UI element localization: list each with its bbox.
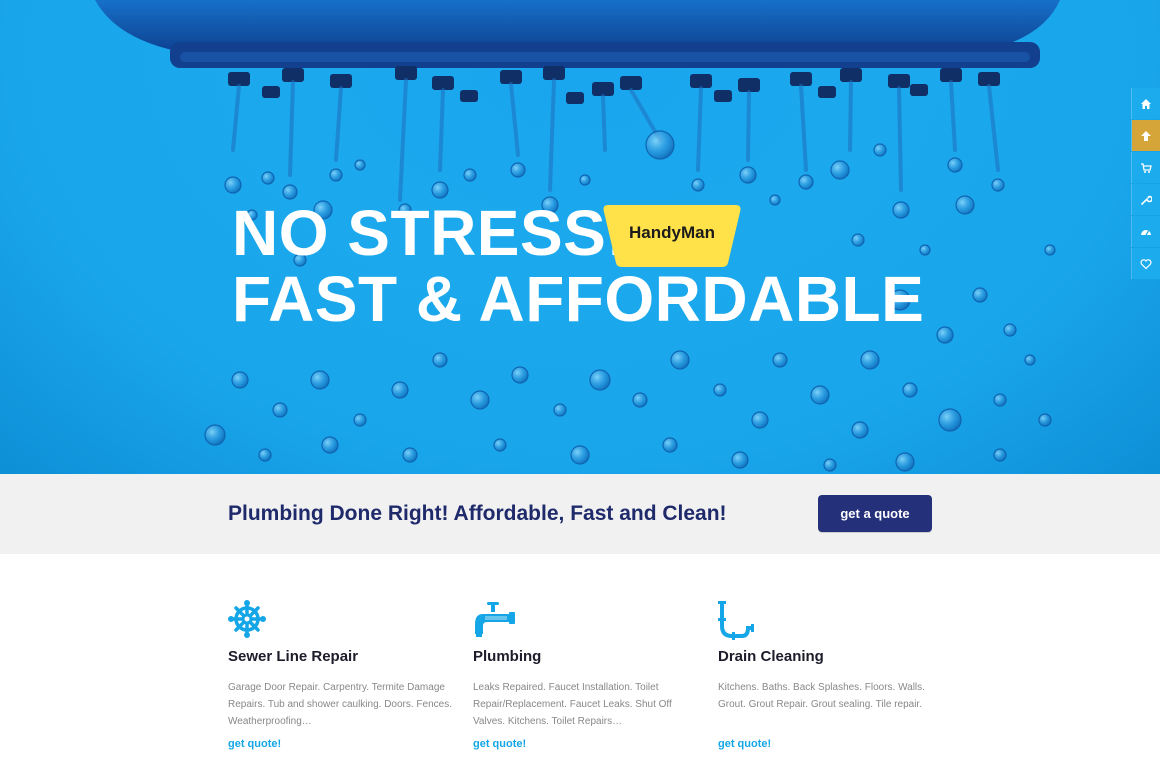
gauge-icon [1141, 229, 1151, 235]
side-scroll-top-button[interactable] [1132, 120, 1160, 151]
side-wishlist-button[interactable] [1132, 248, 1160, 279]
service-get-quote-link[interactable]: get quote! [473, 738, 526, 750]
side-cart-button[interactable] [1132, 152, 1160, 183]
service-get-quote-link[interactable]: get quote! [228, 738, 281, 750]
service-card-sewer: Sewer Line Repair Garage Door Repair. Ca… [228, 600, 458, 752]
service-description: Garage Door Repair. Carpentry. Termite D… [228, 682, 452, 727]
get-a-quote-button[interactable]: get a quote [818, 495, 932, 532]
drain-pipe-icon [718, 600, 948, 640]
home-icon [1141, 98, 1151, 109]
cta-headline: Plumbing Done Right! Affordable, Fast an… [228, 502, 727, 525]
valve-icon [228, 600, 458, 640]
hero-headline: NO STRESS! FAST & AFFORDABLE [232, 200, 924, 332]
cart-icon [1141, 162, 1152, 173]
service-title: Drain Cleaning [718, 648, 824, 665]
faucet-icon [473, 600, 703, 640]
side-toolbar [1132, 88, 1160, 280]
service-get-quote-link[interactable]: get quote! [718, 738, 771, 750]
service-title: Plumbing [473, 648, 542, 665]
service-card-plumbing: Plumbing Leaks Repaired. Faucet Installa… [473, 600, 703, 752]
handyman-logo[interactable]: HandyMan [600, 203, 744, 269]
service-description: Leaks Repaired. Faucet Installation. Toi… [473, 682, 672, 727]
side-home-button[interactable] [1132, 88, 1160, 119]
hero-headline-line1: NO STRESS! [232, 197, 629, 269]
heart-icon [1140, 258, 1152, 269]
service-description: Kitchens. Baths. Back Splashes. Floors. … [718, 682, 925, 710]
hero-banner: NO STRESS! FAST & AFFORDABLE HandyMan [0, 0, 1160, 474]
service-card-drain: Drain Cleaning Kitchens. Baths. Back Spl… [718, 600, 948, 752]
side-tools-button[interactable] [1132, 184, 1160, 215]
wrench-icon [1141, 195, 1152, 205]
logo-text: HandyMan [629, 223, 715, 242]
cta-bar: Plumbing Done Right! Affordable, Fast an… [0, 474, 1160, 554]
arrow-up-icon [1141, 130, 1151, 141]
hero-headline-line2: FAST & AFFORDABLE [232, 263, 925, 335]
service-title: Sewer Line Repair [228, 648, 359, 665]
side-dashboard-button[interactable] [1132, 216, 1160, 247]
